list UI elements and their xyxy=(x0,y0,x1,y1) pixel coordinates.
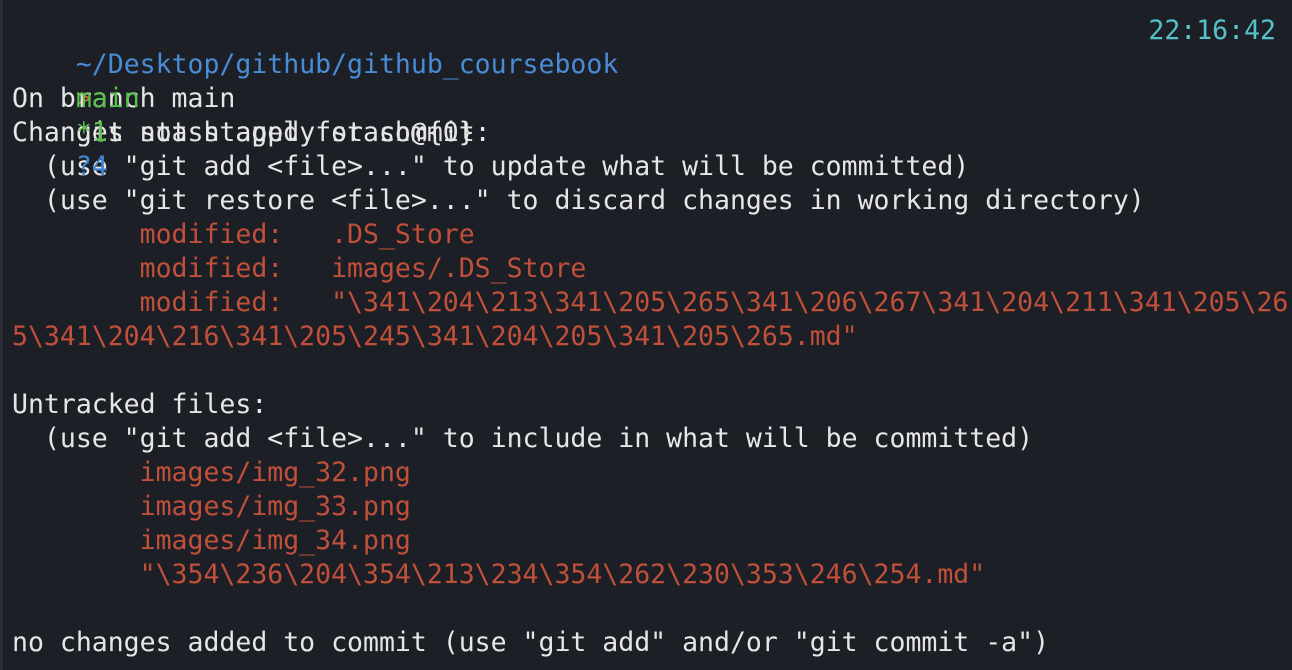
hint-add-line: (use "git add <file>..." to update what … xyxy=(12,151,970,182)
prompt-time: 22:16:42 xyxy=(1148,15,1276,46)
modified-file-line: modified: images/.DS_Store xyxy=(12,253,587,284)
prompt-untracked-count: ?4 xyxy=(75,151,108,182)
terminal-output[interactable]: ~/Desktop/github/github_coursebook main … xyxy=(12,14,1292,660)
untracked-file-line: images/img_32.png xyxy=(12,457,411,488)
modified-file-wrap-line: 5\341\204\216\341\205\245\341\204\205\34… xyxy=(12,321,858,352)
modified-file-line: modified: .DS_Store xyxy=(12,219,475,250)
footer-line: no changes added to commit (use "git add… xyxy=(12,627,1050,658)
prompt-path: ~/Desktop/github/github_coursebook xyxy=(75,49,619,80)
prompt-branch: main xyxy=(75,83,140,114)
hint-include-line: (use "git add <file>..." to include in w… xyxy=(12,423,1034,454)
prompt-modified-count: *1 xyxy=(75,117,108,148)
on-branch-line: On branch main xyxy=(12,83,236,114)
not-staged-header: Changes not staged for commit: xyxy=(12,117,491,148)
window-left-edge xyxy=(0,0,3,670)
modified-file-line: modified: "\341\204\213\341\205\265\341\… xyxy=(12,287,1289,318)
untracked-header: Untracked files: xyxy=(12,389,268,420)
prompt-bar: ~/Desktop/github/github_coursebook main … xyxy=(12,14,1292,182)
untracked-file-line: images/img_33.png xyxy=(12,491,411,522)
hint-restore-line: (use "git restore <file>..." to discard … xyxy=(12,185,1145,216)
untracked-file-line: images/img_34.png xyxy=(12,525,411,556)
untracked-file-line: "\354\236\204\354\213\234\354\262\230\35… xyxy=(12,559,986,590)
